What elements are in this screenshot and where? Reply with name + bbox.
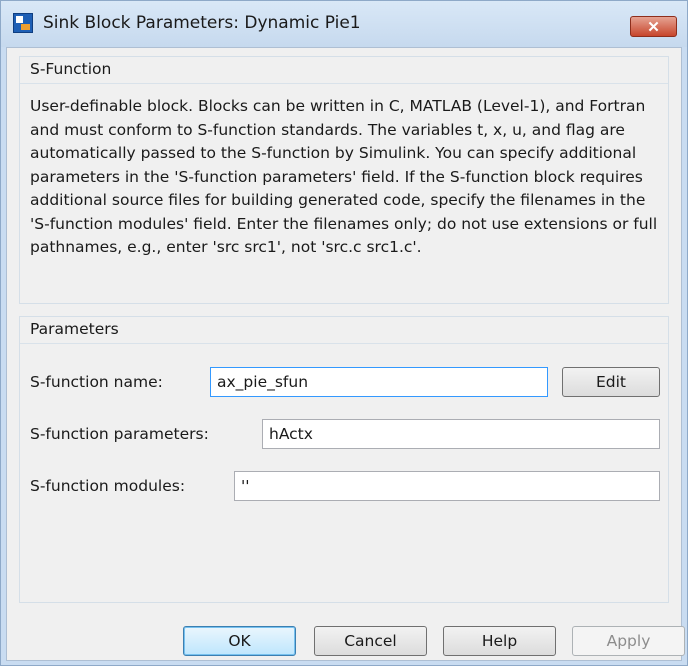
sfunction-parameters-label: S-function parameters:: [30, 425, 209, 443]
block-description: User-definable block. Blocks can be writ…: [30, 97, 658, 256]
group-divider: [20, 343, 668, 344]
close-button[interactable]: ✕: [630, 16, 677, 37]
sfunction-group-label: S-Function: [30, 60, 112, 78]
ok-button[interactable]: OK: [183, 626, 296, 656]
parameters-group: Parameters S-function name: Edit S-funct…: [19, 316, 669, 603]
parameters-group-label: Parameters: [30, 320, 119, 338]
sfunction-modules-input[interactable]: [234, 471, 660, 501]
sfunction-name-label: S-function name:: [30, 373, 163, 391]
window-title: Sink Block Parameters: Dynamic Pie1: [43, 13, 361, 33]
sfunction-name-input[interactable]: [210, 367, 548, 397]
edit-button[interactable]: Edit: [562, 367, 660, 397]
close-icon: ✕: [647, 18, 660, 36]
sfunction-modules-label: S-function modules:: [30, 477, 186, 495]
sfunction-parameters-input[interactable]: [262, 419, 660, 449]
apply-button[interactable]: Apply: [572, 626, 685, 656]
dialog-window: Sink Block Parameters: Dynamic Pie1 ✕ S-…: [0, 0, 688, 666]
sfunction-group: S-Function User-definable block. Blocks …: [19, 56, 669, 304]
group-divider: [20, 83, 668, 84]
cancel-button[interactable]: Cancel: [314, 626, 427, 656]
simulink-block-icon: [13, 13, 33, 33]
dialog-client-area: S-Function User-definable block. Blocks …: [6, 47, 685, 661]
title-bar[interactable]: Sink Block Parameters: Dynamic Pie1 ✕: [1, 1, 687, 47]
help-button[interactable]: Help: [443, 626, 556, 656]
